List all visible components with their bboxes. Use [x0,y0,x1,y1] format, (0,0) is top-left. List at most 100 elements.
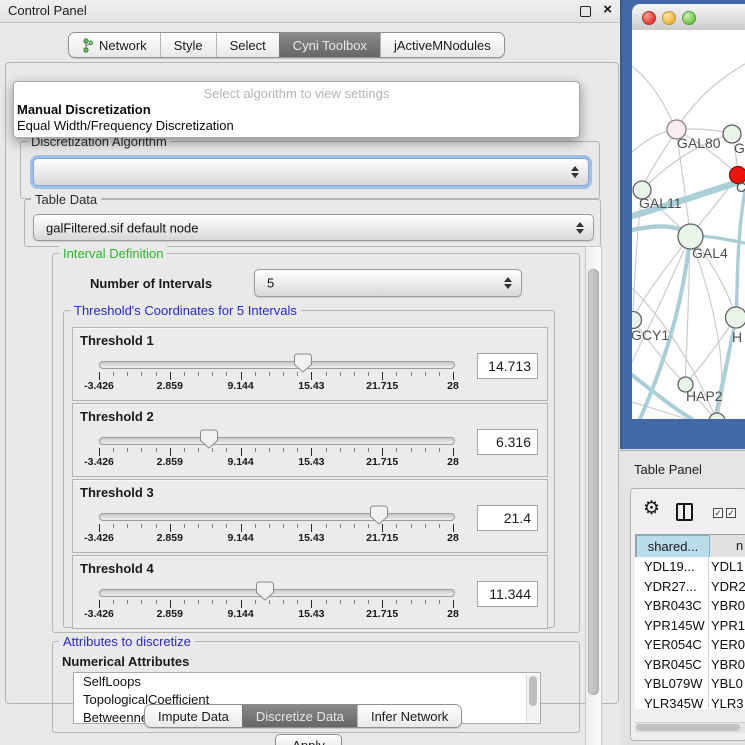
threshold-slider-track[interactable] [99,589,455,597]
table-row[interactable]: YER054CYER0 [635,635,745,655]
threshold-panel: Threshold 3 -3.4262.8599.14415.4321.7152… [72,479,548,553]
network-edge [633,236,690,320]
node-label-gal80: GAL80 [677,135,721,151]
cell-shared-name: YDL19... [644,559,695,574]
network-node[interactable] [726,307,745,328]
tab-cyni-toolbox[interactable]: Cyni Toolbox [279,33,380,57]
threshold-panel: Threshold 2 -3.4262.8599.14415.4321.7152… [72,403,548,477]
cell-shared-name: YBL079W [644,676,703,691]
table-panel-card: ⚙ ✓ ✓ shared... n YDL19...YDL1YDR27...YD… [630,488,745,741]
checkbox-icon[interactable]: ✓ [713,508,723,518]
cell-name: YLR3 [711,696,744,710]
threshold-panel: Threshold 4 -3.4262.8599.14415.4321.7152… [72,555,548,629]
close-traffic-light[interactable] [642,11,656,25]
tab-label: jActiveMNodules [394,38,491,53]
cell-name: YDR2 [711,579,745,594]
threshold-label: Threshold 3 [80,485,154,500]
table-row[interactable]: YDL19...YDL1 [635,557,745,577]
slider-ticks [99,599,453,608]
threshold-value-field[interactable]: 11.344 [477,581,538,607]
algorithm-combobox[interactable] [33,158,589,186]
tab-label: Discretize Data [256,709,344,724]
tick-label: 15.43 [281,608,341,620]
slider-tick-labels: -3.4262.8599.14415.4321.71528 [99,380,453,392]
node-label-gal11: GAL11 [639,195,682,211]
table-row[interactable]: YBR043CYBR0 [635,596,745,616]
checkbox-icon[interactable]: ✓ [726,508,736,518]
network-node[interactable] [632,312,642,329]
tick-label: 28 [423,608,483,620]
tab-jactivemnodules[interactable]: jActiveMNodules [380,33,504,57]
control-panel-titlebar: Control Panel × [0,0,620,23]
network-edge [632,66,676,130]
bottom-tab-discretize-data[interactable]: Discretize Data [242,705,357,727]
number-of-intervals-combobox[interactable]: 5 [254,269,522,297]
bottom-tab-infer-network[interactable]: Infer Network [357,705,461,727]
minimize-traffic-light[interactable] [662,11,676,25]
tab-label: Cyni Toolbox [293,38,367,53]
node-label-hap2: HAP2 [686,388,723,404]
apply-button[interactable]: Apply [275,734,342,745]
network-graph: GAL80GACGAL11GAL4GCY1HHAP2 [632,30,745,419]
bottom-tab-impute-data[interactable]: Impute Data [145,705,242,727]
attribute-item-selfloops[interactable]: SelfLoops [83,673,141,691]
table-row[interactable]: YLR345WYLR3 [635,694,745,710]
threshold-slider-handle[interactable] [370,505,388,525]
panel-title: Control Panel [8,3,87,18]
zoom-traffic-light[interactable] [682,11,696,25]
gear-icon[interactable]: ⚙ [643,497,660,520]
network-canvas[interactable]: GAL80GACGAL11GAL4GCY1HHAP2 [632,30,745,419]
tab-label: Style [174,38,203,53]
tick-label: 21.715 [352,532,412,544]
split-columns-icon[interactable] [676,503,693,521]
tab-label: Infer Network [371,709,448,724]
table-data-combobox[interactable]: galFiltered.sif default node [33,214,594,241]
threshold-value-field[interactable]: 6.316 [477,429,538,455]
threshold-value-field[interactable]: 21.4 [477,505,538,531]
cyni-toolbox-content: Discretization Algorithm Table Data galF… [5,62,619,704]
threshold-slider-track[interactable] [99,361,455,369]
table-row[interactable]: YBR045CYBR0 [635,655,745,675]
threshold-slider-handle[interactable] [200,429,218,449]
column-header-shared-name[interactable]: shared... [636,535,710,558]
threshold-value-field[interactable]: 14.713 [477,353,538,379]
tab-select[interactable]: Select [216,33,279,57]
threshold-slider-handle[interactable] [256,581,274,601]
threshold-slider-track[interactable] [99,437,455,445]
number-of-intervals-label: Number of Intervals [90,276,212,291]
tick-label: 15.43 [281,532,341,544]
dropdown-option-equal-width-frequency[interactable]: Equal Width/Frequency Discretization [17,118,234,133]
cell-shared-name: YER054C [644,637,702,652]
float-window-icon[interactable] [580,6,591,17]
close-icon[interactable]: × [603,1,612,18]
table-data-group: Table Data galFiltered.sif default node [24,199,601,247]
tab-label: Network [99,38,147,53]
table-row[interactable]: YDR27...YDR2 [635,577,745,597]
list-scrollbar[interactable] [526,674,539,722]
tab-style[interactable]: Style [160,33,216,57]
tab-network[interactable]: Network [69,33,160,57]
network-edge [642,130,676,190]
threshold-slider-handle[interactable] [294,353,312,373]
scrollbar-thumb[interactable] [636,724,740,731]
cell-name: YPR1 [711,618,745,633]
column-header-name[interactable]: n [710,535,745,556]
scrollbar-thumb[interactable] [529,676,537,706]
table-horizontal-scrollbar[interactable] [635,722,745,733]
tick-label: 2.859 [140,380,200,392]
node-label-gcy1: GCY1 [632,327,669,343]
dropdown-option-manual-discretization[interactable]: Manual Discretization [17,102,151,117]
cell-name: YBL0 [711,676,743,691]
threshold-slider-track[interactable] [99,513,455,521]
tick-label: 28 [423,380,483,392]
table-body[interactable]: YDL19...YDL1YDR27...YDR2YBR043CYBR0YPR14… [635,557,745,709]
tick-label: 9.144 [211,380,271,392]
dropdown-hint-option[interactable]: Select algorithm to view settings [14,86,579,101]
table-row[interactable]: YBL079W YBL0 [635,674,745,694]
node-label-h: H [732,329,742,345]
network-view-window: GAL80GACGAL11GAL4GCY1HHAP2 [620,0,745,449]
panel-scrollbar[interactable] [585,246,602,745]
scrollbar-thumb[interactable] [588,269,599,695]
threshold-panel: Threshold 1 -3.4262.8599.14415.4321.7152… [72,327,548,401]
table-row[interactable]: YPR145WYPR1 [635,616,745,636]
